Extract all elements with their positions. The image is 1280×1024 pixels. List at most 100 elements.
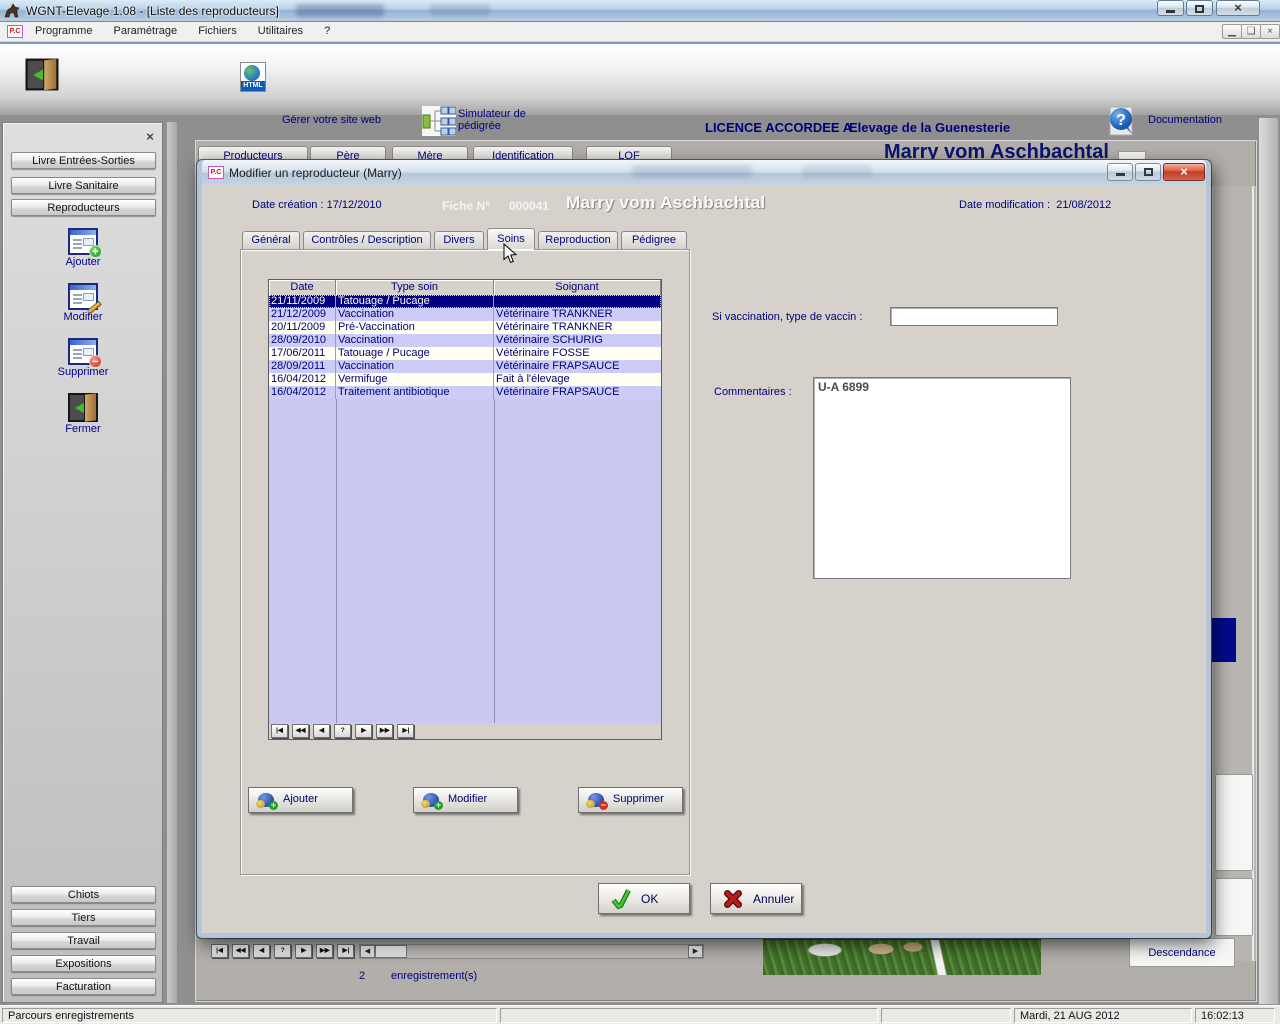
sidebar-item-facturation[interactable]: Facturation: [11, 978, 156, 995]
mdi-restore-button[interactable]: ❏: [1241, 24, 1261, 39]
nav-last-button[interactable]: ▶|: [397, 724, 414, 738]
nav-next-button[interactable]: ▶: [295, 944, 312, 958]
table-row[interactable]: 28/09/2011VaccinationVétérinaire FRAPSAU…: [269, 360, 661, 373]
edit-record-icon: [68, 283, 98, 310]
care-table-body: 21/11/2009Tatouage / Pucage 21/12/2009Va…: [269, 295, 661, 723]
ghost-artifact: [632, 165, 752, 178]
sidebar-item-tiers[interactable]: Tiers: [11, 909, 156, 926]
nav-prev-button[interactable]: ◀: [253, 944, 270, 958]
nav-fast-next-button[interactable]: ▶▶: [376, 724, 393, 738]
table-row[interactable]: 16/04/2012Traitement antibiotiqueVétérin…: [269, 386, 661, 399]
menu-utilitaires[interactable]: Utilitaires: [249, 22, 312, 42]
column-header-date[interactable]: Date: [269, 280, 336, 295]
dialog-minimize-button[interactable]: [1107, 163, 1133, 181]
documentation-label[interactable]: Documentation: [1148, 114, 1222, 126]
menu-fichiers[interactable]: Fichiers: [189, 22, 246, 42]
bg-right-box: [1215, 774, 1253, 871]
bg-right-box: [1215, 878, 1253, 936]
statusbar: Parcours enregistrements Mardi, 21 AUG 2…: [0, 1005, 1280, 1024]
dialog-close-button[interactable]: ×: [1163, 163, 1205, 181]
sidebar-close-window-button[interactable]: Fermer: [53, 393, 113, 435]
nav-next-button[interactable]: ▶: [355, 724, 372, 738]
mdi-minimize-button[interactable]: ▁: [1222, 24, 1242, 39]
tab-reproduction[interactable]: Reproduction: [538, 231, 618, 250]
bg-horizontal-scrollbar[interactable]: ◀ ▶: [359, 944, 704, 959]
comments-textarea[interactable]: U-A 6899: [813, 377, 1071, 579]
pedigree-simulator-icon[interactable]: [422, 106, 456, 136]
descendance-button[interactable]: Descendance: [1129, 938, 1235, 967]
nav-search-button[interactable]: ?: [274, 944, 291, 958]
column-header-type-soin[interactable]: Type soin: [336, 280, 494, 295]
sidebar-item-livre-entrees-sorties[interactable]: Livre Entrées-Sorties: [11, 152, 156, 169]
sidebar-close-icon[interactable]: ×: [142, 129, 158, 144]
dialog-title: Modifier un reproducteur (Marry): [229, 166, 402, 180]
table-row[interactable]: 21/11/2009Tatouage / Pucage: [269, 295, 661, 308]
nav-fast-prev-button[interactable]: ◀◀: [232, 944, 249, 958]
dialog-modifier-reproducteur: Modifier un reproducteur (Marry) × Date …: [197, 160, 1211, 938]
tab-controles-description[interactable]: Contrôles / Description: [303, 231, 431, 250]
pedigree-simulator-label[interactable]: Simulateur de pédigrée: [458, 108, 526, 132]
record-count-label: enregistrement(s): [391, 970, 477, 982]
mdi-close-button[interactable]: ×: [1260, 24, 1280, 39]
splitter[interactable]: [167, 122, 177, 1003]
vaccine-input[interactable]: [890, 307, 1058, 326]
nav-prev-button[interactable]: ◀: [313, 724, 330, 738]
dialog-restore-button[interactable]: [1135, 163, 1161, 181]
status-date: Mardi, 21 AUG 2012: [1014, 1008, 1192, 1023]
ghost-artifact: [802, 165, 872, 178]
table-row[interactable]: 20/11/2009Pré-VaccinationVétérinaire TRA…: [269, 321, 661, 334]
nav-first-button[interactable]: |◀: [271, 724, 288, 738]
globe-icon: [244, 65, 260, 81]
sidebar-edit-button[interactable]: Modifier: [53, 283, 113, 323]
sidebar-panel: × Livre Entrées-Sorties Livre Sanitaire …: [2, 122, 163, 1003]
vaccine-label: Si vaccination, type de vaccin :: [712, 311, 862, 323]
nav-search-button[interactable]: ?: [334, 724, 351, 738]
delete-care-button[interactable]: − Supprimer: [578, 787, 683, 813]
manage-website-label[interactable]: Gérer votre site web: [282, 114, 381, 126]
manage-website-icon[interactable]: HTML: [240, 62, 266, 92]
nav-first-button[interactable]: |◀: [211, 944, 228, 958]
dialog-body: Date création : 17/12/2010 Fiche N° 0000…: [202, 186, 1206, 933]
add-record-icon: +: [68, 228, 98, 255]
ghost-artifact: [296, 4, 384, 17]
exit-door-icon[interactable]: [26, 59, 59, 91]
restore-button[interactable]: [1186, 0, 1213, 16]
ok-button[interactable]: OK: [598, 883, 690, 914]
fiche-label: Fiche N°: [442, 199, 490, 213]
tab-divers[interactable]: Divers: [434, 231, 484, 250]
sidebar-item-livre-sanitaire[interactable]: Livre Sanitaire: [11, 177, 156, 194]
sidebar-item-travail[interactable]: Travail: [11, 932, 156, 949]
door-icon: [68, 393, 98, 422]
sidebar-item-chiots[interactable]: Chiots: [11, 886, 156, 903]
documentation-icon[interactable]: ?: [1108, 106, 1136, 136]
record-count: 2: [359, 970, 365, 982]
menu-programme[interactable]: Programme: [26, 22, 101, 42]
add-care-button[interactable]: + Ajouter: [248, 787, 353, 813]
checkmark-icon: [611, 889, 631, 909]
table-row[interactable]: 16/04/2012VermifugeFait à l'élevage: [269, 373, 661, 386]
table-row[interactable]: 28/09/2010VaccinationVétérinaire SCHURIG: [269, 334, 661, 347]
sidebar-delete-button[interactable]: − Supprimer: [53, 338, 113, 378]
svg-text:?: ?: [1116, 112, 1126, 129]
sidebar-add-button[interactable]: + Ajouter: [53, 228, 113, 268]
close-button[interactable]: ×: [1216, 0, 1260, 16]
edit-care-button[interactable]: + Modifier: [413, 787, 518, 813]
table-row[interactable]: 21/12/2009VaccinationVétérinaire TRANKNE…: [269, 308, 661, 321]
nav-last-button[interactable]: ▶|: [337, 944, 354, 958]
table-row[interactable]: 17/06/2011Tatouage / PucageVétérinaire F…: [269, 347, 661, 360]
sidebar-item-reproducteurs[interactable]: Reproducteurs: [11, 199, 156, 216]
menu-help[interactable]: ?: [315, 22, 339, 42]
column-header-soignant[interactable]: Soignant: [494, 280, 661, 295]
mouse-cursor: [503, 243, 518, 264]
nav-fast-next-button[interactable]: ▶▶: [316, 944, 333, 958]
plus-badge-icon: +: [89, 245, 102, 258]
tab-general[interactable]: Général: [242, 231, 300, 250]
menu-parametrage[interactable]: Paramétrage: [105, 22, 187, 42]
sidebar-item-expositions[interactable]: Expositions: [11, 955, 156, 972]
main-titlebar: WGNT-Elevage 1.08 - [Liste des reproduct…: [0, 0, 1280, 22]
minimize-button[interactable]: [1157, 0, 1184, 16]
nav-fast-prev-button[interactable]: ◀◀: [292, 724, 309, 738]
tab-pedigree[interactable]: Pédigree: [621, 231, 687, 250]
status-panel: [500, 1008, 878, 1023]
cancel-button[interactable]: Annuler: [710, 883, 802, 914]
